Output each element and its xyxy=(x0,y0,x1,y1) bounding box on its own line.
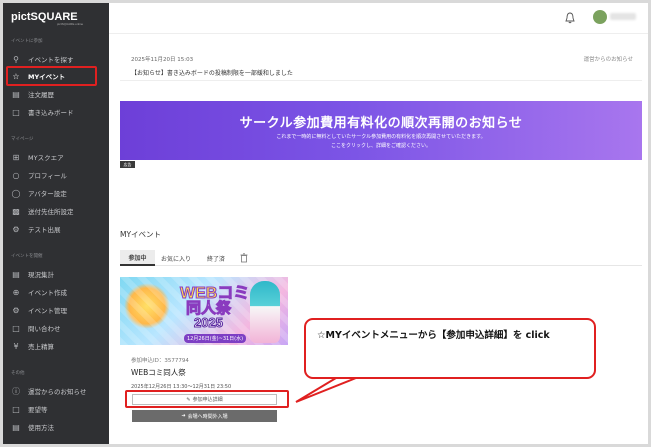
event-banner-image[interactable]: WEBコミ 同人祭 2025 12月26日(金)~31日(水) xyxy=(120,277,288,345)
event-tabs: 参加中 お気に入り 終了済 xyxy=(120,250,642,266)
receipt-icon: ▤ xyxy=(12,89,20,99)
event-image-year: 2025 xyxy=(194,315,224,331)
logo[interactable]: pictSQUARE pictSQUARE.online xyxy=(11,11,91,29)
sidebar-item-create-event[interactable]: ⊕ イベント作成 xyxy=(3,283,109,301)
event-image-character xyxy=(250,281,280,343)
sidebar-item-avatar-settings[interactable]: ◯ アバター設定 xyxy=(3,184,109,202)
section-title-my-events: MYイベント xyxy=(120,230,162,239)
notice-item[interactable]: 2025年11月20日 15:03 運営からのお知らせ 【お知らせ】書き込みボー… xyxy=(120,46,642,81)
event-name[interactable]: WEBコミ同人祭 xyxy=(131,367,186,378)
sidebar-item-requests[interactable]: □ 要望等 xyxy=(3,400,109,418)
section-label-other: その他 xyxy=(11,371,25,376)
section-label-host: イベントを開催 xyxy=(11,254,43,259)
trash-icon[interactable] xyxy=(240,253,248,263)
sidebar-item-label: 送付先住所設定 xyxy=(28,208,74,216)
tab-participating[interactable]: 参加中 xyxy=(120,250,155,266)
sidebar-item-label: 使用方法 xyxy=(28,424,54,432)
event-period: 2025年12月26日 13:30～12月31日 23:50 xyxy=(131,384,232,390)
sidebar-item-label: イベントを探す xyxy=(28,56,74,64)
sidebar-item-profile[interactable]: ○ プロフィール xyxy=(3,166,109,184)
yen-icon: ¥ xyxy=(13,341,19,351)
info-icon: ⓘ xyxy=(12,386,20,396)
user-icon: ○ xyxy=(12,170,20,180)
main-content: 2025年11月20日 15:03 運営からのお知らせ 【お知らせ】書き込みボー… xyxy=(109,34,648,444)
section-label-mypage: マイページ xyxy=(11,137,34,142)
sidebar-item-label: 問い合わせ xyxy=(28,325,61,333)
callout-text: ☆MYイベントメニューから【参加申込詳細】を click xyxy=(317,330,550,341)
event-image-dates: 12月26日(金)~31日(水) xyxy=(184,334,247,343)
section-label-event: イベントに参加 xyxy=(11,39,43,44)
sidebar-item-label: アバター設定 xyxy=(28,190,67,198)
highlight-my-events xyxy=(6,66,97,86)
sidebar-item-label: テスト出展 xyxy=(28,226,61,234)
sidebar-item-label: 運営からのお知らせ xyxy=(28,388,87,396)
gear-icon: ⚙ xyxy=(12,305,20,315)
user-name-blurred[interactable] xyxy=(610,13,636,20)
enter-venue-button[interactable]: ➜ 会場へ時間外入場 xyxy=(132,410,277,422)
sidebar-item-shipping-address[interactable]: ▩ 送付先住所設定 xyxy=(3,202,109,220)
chart-icon: ▤ xyxy=(12,269,20,279)
sidebar-item-contact[interactable]: □ 問い合わせ xyxy=(3,319,109,337)
sidebar-item-label: プロフィール xyxy=(28,172,67,180)
bell-icon[interactable] xyxy=(565,12,575,24)
sidebar-item-label: 書き込みボード xyxy=(28,109,74,117)
instruction-callout: ☆MYイベントメニューから【参加申込詳細】を click xyxy=(304,318,596,379)
sidebar-item-how-to-use[interactable]: ▤ 使用方法 xyxy=(3,418,109,436)
sidebar-item-label: 現況集計 xyxy=(28,271,54,279)
notice-source: 運営からのお知らせ xyxy=(583,57,633,63)
highlight-detail-button xyxy=(125,390,289,408)
sidebar-item-test-exhibit[interactable]: ⚙ テスト出展 xyxy=(3,220,109,238)
plus-circle-icon: ⊕ xyxy=(12,287,20,297)
promo-banner[interactable]: サークル参加費用有料化の順次再開のお知らせ これまで一時的に無料としていたサーク… xyxy=(120,101,642,160)
grid-icon: ⊞ xyxy=(12,152,20,162)
enter-icon: ➜ xyxy=(181,413,186,419)
banner-title: サークル参加費用有料化の順次再開のお知らせ xyxy=(239,116,523,131)
event-card: WEBコミ 同人祭 2025 12月26日(金)~31日(水) 参加申込ID：3… xyxy=(120,277,288,443)
sidebar-item-manage-event[interactable]: ⚙ イベント管理 xyxy=(3,301,109,319)
sidebar-item-label: イベント作成 xyxy=(28,289,67,297)
board-icon: □ xyxy=(12,107,20,117)
avatar-icon: ◯ xyxy=(11,188,21,198)
notice-date: 2025年11月20日 15:03 xyxy=(131,57,194,63)
top-bar xyxy=(109,3,648,34)
notice-text: 【お知らせ】書き込みボードの投稿制限を一部緩和しました xyxy=(131,70,293,77)
sidebar-item-label: 要望等 xyxy=(28,406,48,414)
book-icon: ▤ xyxy=(12,422,20,432)
sidebar-item-board[interactable]: □ 書き込みボード xyxy=(3,103,109,121)
application-id: 参加申込ID：3577794 xyxy=(131,358,189,364)
ad-badge: 広告 xyxy=(120,161,135,168)
sidebar-item-label: イベント管理 xyxy=(28,307,67,315)
enter-venue-label: 会場へ時間外入場 xyxy=(187,413,228,420)
logo-subtext: pictSQUARE.online xyxy=(57,22,84,26)
message-icon: □ xyxy=(12,404,20,414)
sidebar-item-status[interactable]: ▤ 現況集計 xyxy=(3,265,109,283)
avatar-icon[interactable] xyxy=(593,10,607,24)
test-icon: ⚙ xyxy=(12,224,20,234)
banner-line-2: ここをクリックし、詳細をご確認ください。 xyxy=(330,143,431,149)
truck-icon: ▩ xyxy=(12,206,20,216)
tab-favorites[interactable]: お気に入り xyxy=(157,250,195,266)
sidebar-item-announcements[interactable]: ⓘ 運営からのお知らせ xyxy=(3,382,109,400)
chat-icon: □ xyxy=(12,323,20,333)
sidebar-item-order-history[interactable]: ▤ 注文履歴 xyxy=(3,85,109,103)
sidebar-item-label: 注文履歴 xyxy=(28,91,54,99)
sidebar-item-label: MYスクエア xyxy=(28,154,64,162)
sidebar-item-label: 売上精算 xyxy=(28,343,54,351)
banner-line-1: これまで一時的に無料としていたサークル参加費用の有料化を順次再開させていただきま… xyxy=(276,134,486,140)
sidebar-item-my-square[interactable]: ⊞ MYスクエア xyxy=(3,148,109,166)
sidebar-item-sales[interactable]: ¥ 売上精算 xyxy=(3,337,109,355)
search-icon: ⚲ xyxy=(13,54,19,64)
tab-finished[interactable]: 終了済 xyxy=(200,250,232,266)
